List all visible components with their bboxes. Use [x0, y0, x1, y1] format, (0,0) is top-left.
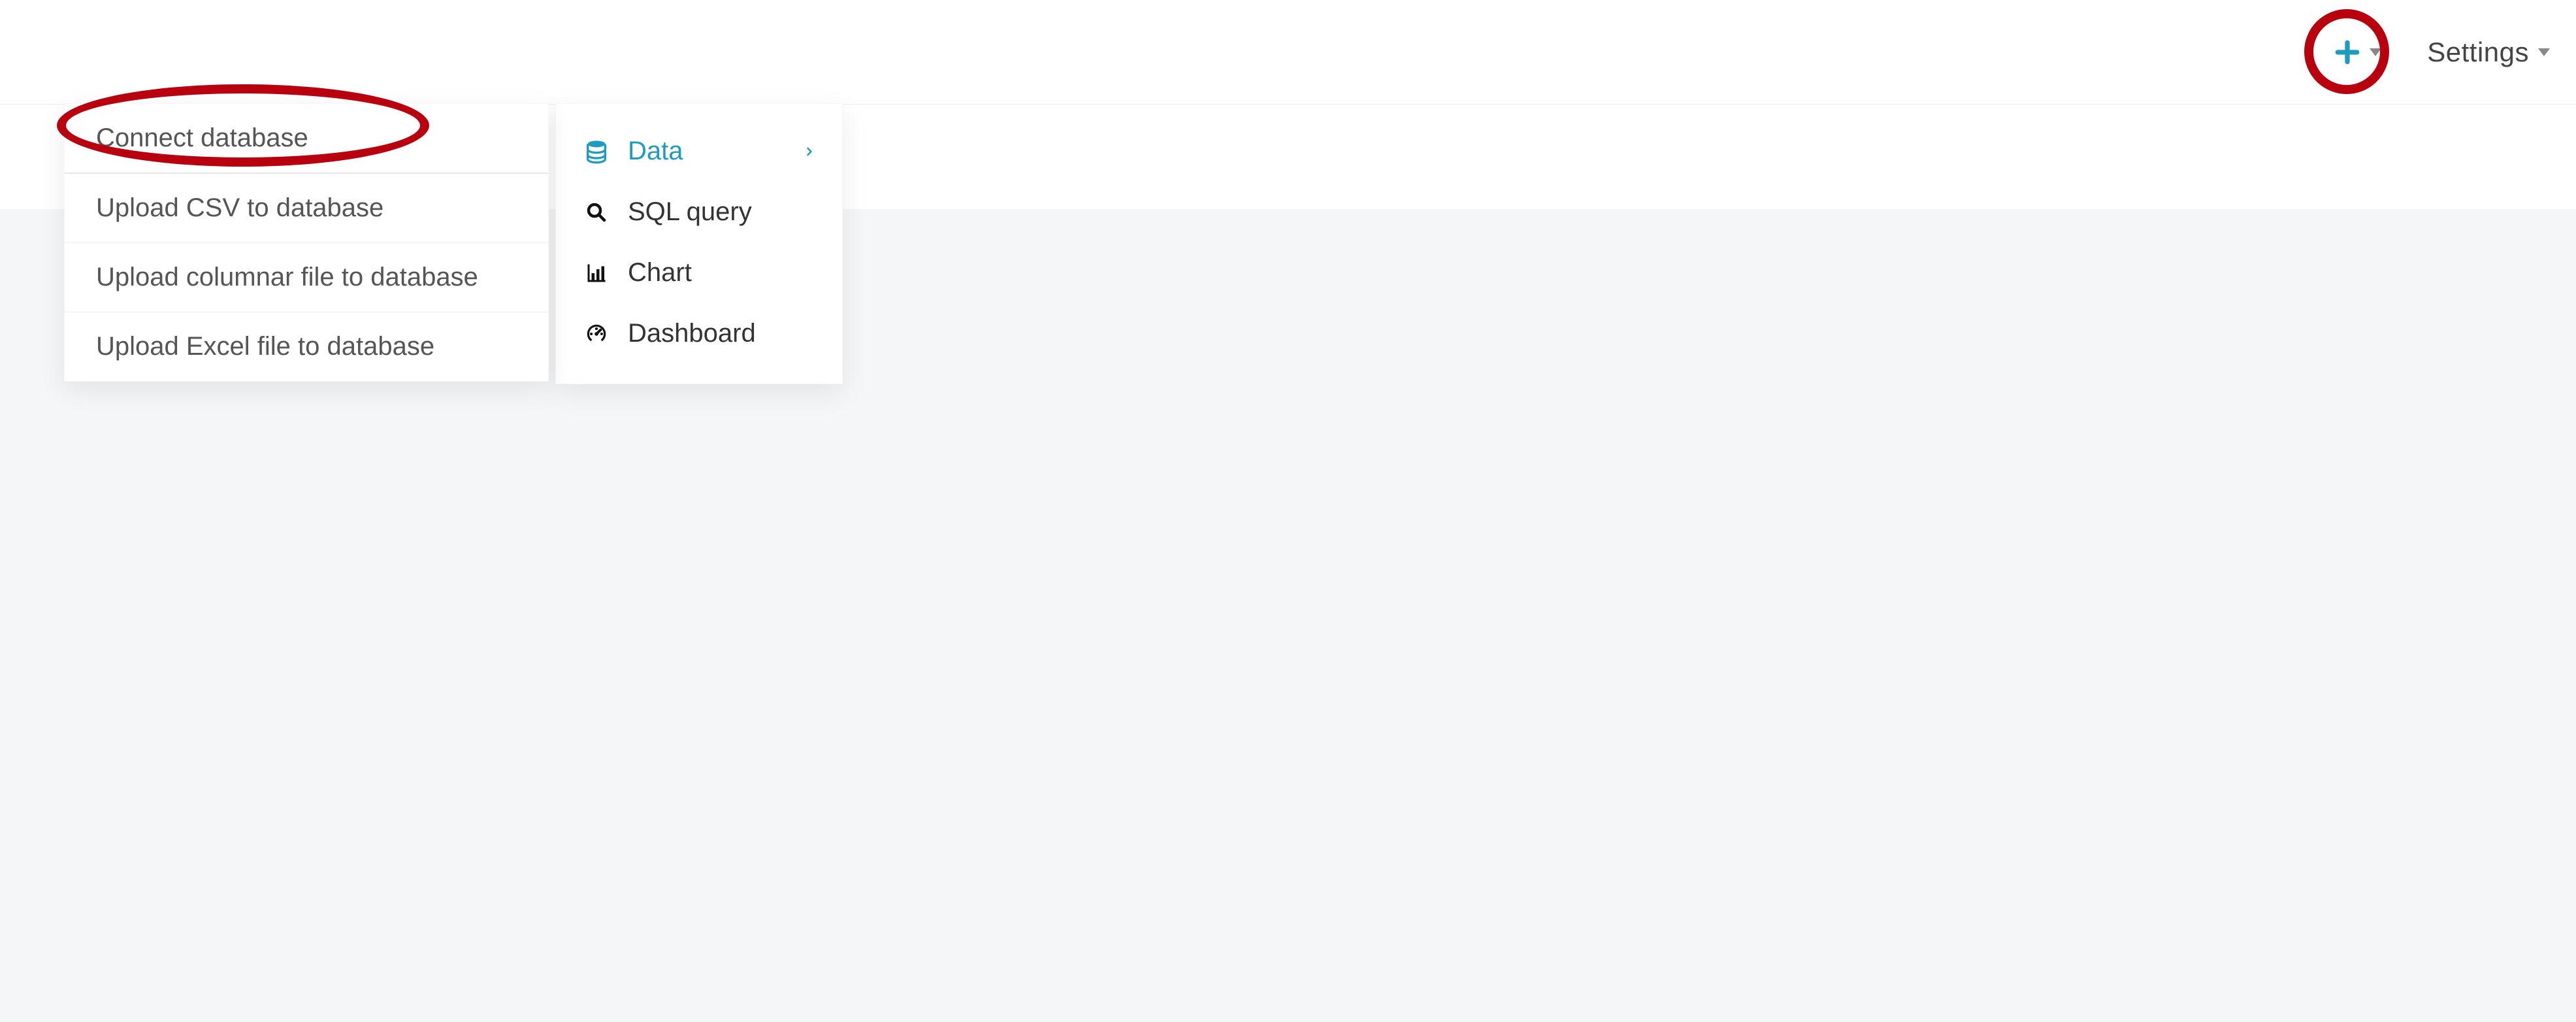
menu-item-label: Data [628, 137, 786, 166]
settings-button[interactable]: Settings [2427, 37, 2550, 68]
menu-item-label: Dashboard [628, 319, 816, 348]
gauge-icon [582, 321, 611, 346]
submenu-item-connect-database[interactable]: Connect database [65, 104, 548, 174]
data-submenu: Connect database Upload CSV to database … [64, 103, 549, 382]
submenu-item-label: Upload Excel file to database [96, 332, 434, 361]
menu-item-label: SQL query [628, 197, 816, 227]
database-icon [582, 139, 611, 165]
new-button[interactable] [2333, 38, 2381, 67]
new-menu: Data SQL query Chart [555, 103, 843, 384]
menu-item-dashboard[interactable]: Dashboard [556, 303, 842, 364]
submenu-item-label: Connect database [96, 124, 308, 153]
submenu-item-label: Upload columnar file to database [96, 263, 478, 292]
search-icon [582, 201, 611, 224]
submenu-item-label: Upload CSV to database [96, 193, 383, 223]
caret-down-icon [2538, 48, 2550, 56]
topbar: Settings [0, 0, 2576, 105]
menu-item-sql[interactable]: SQL query [556, 182, 842, 242]
topbar-right: Settings [2333, 0, 2576, 105]
submenu-item-upload-csv[interactable]: Upload CSV to database [65, 174, 548, 243]
menu-item-label: Chart [628, 258, 816, 288]
chevron-right-icon [803, 142, 816, 161]
settings-label: Settings [2427, 37, 2529, 68]
plus-icon [2333, 38, 2362, 67]
menu-item-chart[interactable]: Chart [556, 242, 842, 303]
submenu-item-upload-excel[interactable]: Upload Excel file to database [65, 312, 548, 381]
menu-item-data[interactable]: Data [556, 121, 842, 182]
bar-chart-icon [582, 261, 611, 285]
caret-down-icon [2370, 48, 2381, 56]
submenu-item-upload-columnar[interactable]: Upload columnar file to database [65, 243, 548, 312]
